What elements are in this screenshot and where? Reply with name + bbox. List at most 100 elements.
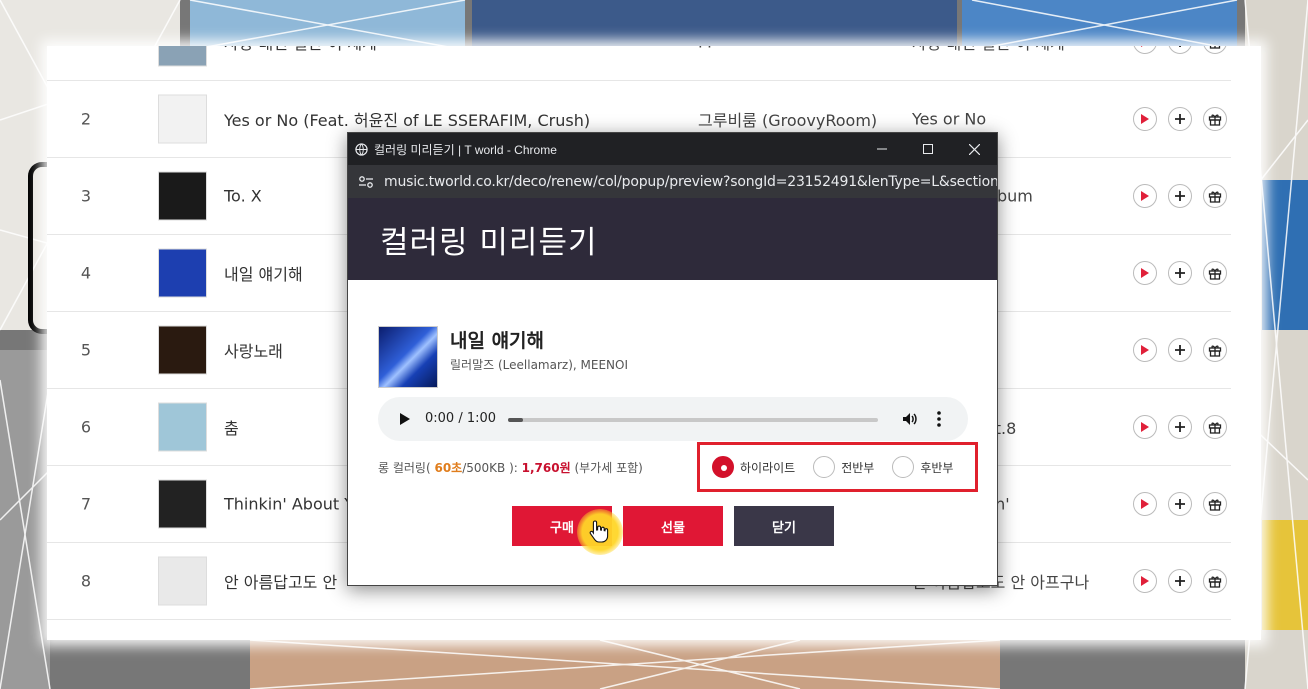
plus-icon xyxy=(1175,576,1185,586)
price-duration: 60초 xyxy=(434,461,463,475)
play-button[interactable] xyxy=(1133,492,1157,516)
album-thumbnail[interactable] xyxy=(158,325,207,375)
progress-slider[interactable] xyxy=(508,418,878,422)
radio-label: 후반부 xyxy=(920,460,954,475)
artist-name[interactable]: 그루비룸 (GroovyRoom) xyxy=(698,107,877,131)
minimize-button[interactable] xyxy=(859,133,905,165)
album-thumbnail[interactable] xyxy=(158,556,207,606)
rank-number: 6 xyxy=(80,417,92,437)
album-thumbnail[interactable] xyxy=(158,46,207,67)
window-titlebar: 컬러링 미리듣기 | T world - Chrome xyxy=(348,133,997,165)
plus-icon xyxy=(1175,114,1185,124)
gift-box-button[interactable] xyxy=(1203,107,1227,131)
add-button[interactable] xyxy=(1168,415,1192,439)
gift-icon xyxy=(1208,576,1222,588)
rank-number: 7 xyxy=(80,494,92,514)
play-button[interactable] xyxy=(1133,107,1157,131)
radio-second-half[interactable]: 후반부 xyxy=(892,456,953,478)
radio-first-half[interactable]: 전반부 xyxy=(813,456,874,478)
price-prefix: 롱 컬러링( xyxy=(378,461,435,475)
song-title[interactable]: Yes or No (Feat. 허윤진 of LE SSERAFIM, Cru… xyxy=(224,107,590,131)
gift-box-button[interactable] xyxy=(1203,492,1227,516)
play-icon xyxy=(1141,191,1149,201)
chart-row[interactable]: 사랑 대신 일단 이 세계 M 사랑 대신 일단 이 세계 xyxy=(47,46,1231,81)
close-window-button[interactable] xyxy=(951,133,997,165)
play-icon xyxy=(1141,46,1143,47)
album-thumbnail[interactable] xyxy=(158,479,207,529)
plus-icon xyxy=(1175,422,1185,432)
play-icon[interactable] xyxy=(398,411,412,427)
gift-box-button[interactable] xyxy=(1203,569,1227,593)
hand-pointer-icon xyxy=(589,520,609,543)
play-button[interactable] xyxy=(1133,415,1157,439)
song-title[interactable]: 사랑노래 xyxy=(224,338,283,362)
add-button[interactable] xyxy=(1168,338,1192,362)
song-title[interactable]: Thinkin' About Yo xyxy=(224,495,362,514)
album-thumbnail[interactable] xyxy=(158,248,207,298)
price-size: /500KB ): xyxy=(462,461,522,475)
gift-icon xyxy=(1209,46,1221,49)
maximize-button[interactable] xyxy=(905,133,951,165)
play-button[interactable] xyxy=(1133,338,1157,362)
album-cover xyxy=(378,326,438,388)
gift-box-button[interactable] xyxy=(1203,46,1227,54)
gift-box-button[interactable] xyxy=(1203,338,1227,362)
gift-icon xyxy=(1208,499,1222,511)
gift-box-button[interactable] xyxy=(1203,415,1227,439)
rank-number: 8 xyxy=(80,571,92,591)
rank-number: 5 xyxy=(80,340,92,360)
gift-box-button[interactable] xyxy=(1203,261,1227,285)
radio-label: 하이라이트 xyxy=(740,460,796,475)
price-info: 롱 컬러링( 60초/500KB ): 1,760원 (부가세 포함) xyxy=(378,459,643,476)
play-button[interactable] xyxy=(1133,184,1157,208)
close-button[interactable]: 닫기 xyxy=(734,506,834,546)
song-title[interactable]: 안 아름답고도 안 xyxy=(224,569,337,593)
play-button[interactable] xyxy=(1133,569,1157,593)
plus-icon xyxy=(1175,191,1185,201)
gift-box-button[interactable] xyxy=(1203,184,1227,208)
play-button[interactable] xyxy=(1133,46,1157,54)
more-options-icon[interactable] xyxy=(936,410,942,428)
radio-dot[interactable] xyxy=(712,456,734,478)
artist-name[interactable]: M xyxy=(698,46,712,52)
preview-popup-window: 컬러링 미리듣기 | T world - Chrome music.tworld… xyxy=(347,132,998,586)
gift-icon xyxy=(1208,422,1222,434)
price-amount: 1,760원 xyxy=(521,461,571,475)
plus-icon xyxy=(1179,46,1181,47)
site-settings-icon[interactable] xyxy=(358,175,374,189)
add-button[interactable] xyxy=(1168,261,1192,285)
song-title[interactable]: 춤 xyxy=(224,415,239,439)
play-icon xyxy=(1141,114,1149,124)
page-url: music.tworld.co.kr/deco/renew/col/popup/… xyxy=(384,173,997,190)
song-title[interactable]: To. X xyxy=(224,187,262,206)
song-artist: 릴러말즈 (Leellamarz), MEENOI xyxy=(450,358,628,372)
plus-icon xyxy=(1175,268,1185,278)
play-icon xyxy=(1141,576,1149,586)
gift-button[interactable]: 선물 xyxy=(623,506,723,546)
price-suffix: (부가세 포함) xyxy=(570,461,643,475)
song-title[interactable]: 사랑 대신 일단 이 세계 xyxy=(224,46,377,54)
add-button[interactable] xyxy=(1168,184,1192,208)
add-button[interactable] xyxy=(1168,492,1192,516)
add-button[interactable] xyxy=(1168,569,1192,593)
album-name[interactable]: Yes or No xyxy=(912,110,986,129)
progress-fill xyxy=(508,418,523,422)
album-thumbnail[interactable] xyxy=(158,94,207,144)
address-bar[interactable]: music.tworld.co.kr/deco/renew/col/popup/… xyxy=(348,165,997,198)
play-icon xyxy=(1141,268,1149,278)
play-icon xyxy=(1141,345,1149,355)
globe-icon xyxy=(355,142,368,156)
play-button[interactable] xyxy=(1133,261,1157,285)
player-time: 0:00 / 1:00 xyxy=(425,411,497,426)
volume-icon[interactable] xyxy=(901,410,919,428)
song-title[interactable]: 내일 얘기해 xyxy=(224,261,303,285)
radio-highlight[interactable]: 하이라이트 xyxy=(712,456,795,478)
album-thumbnail[interactable] xyxy=(158,171,207,221)
album-name[interactable]: 사랑 대신 일단 이 세계 xyxy=(912,46,1065,54)
play-icon xyxy=(1141,422,1149,432)
add-button[interactable] xyxy=(1168,107,1192,131)
add-button[interactable] xyxy=(1168,46,1192,54)
radio-dot[interactable] xyxy=(892,456,915,478)
album-thumbnail[interactable] xyxy=(158,402,207,452)
radio-dot[interactable] xyxy=(813,456,836,478)
